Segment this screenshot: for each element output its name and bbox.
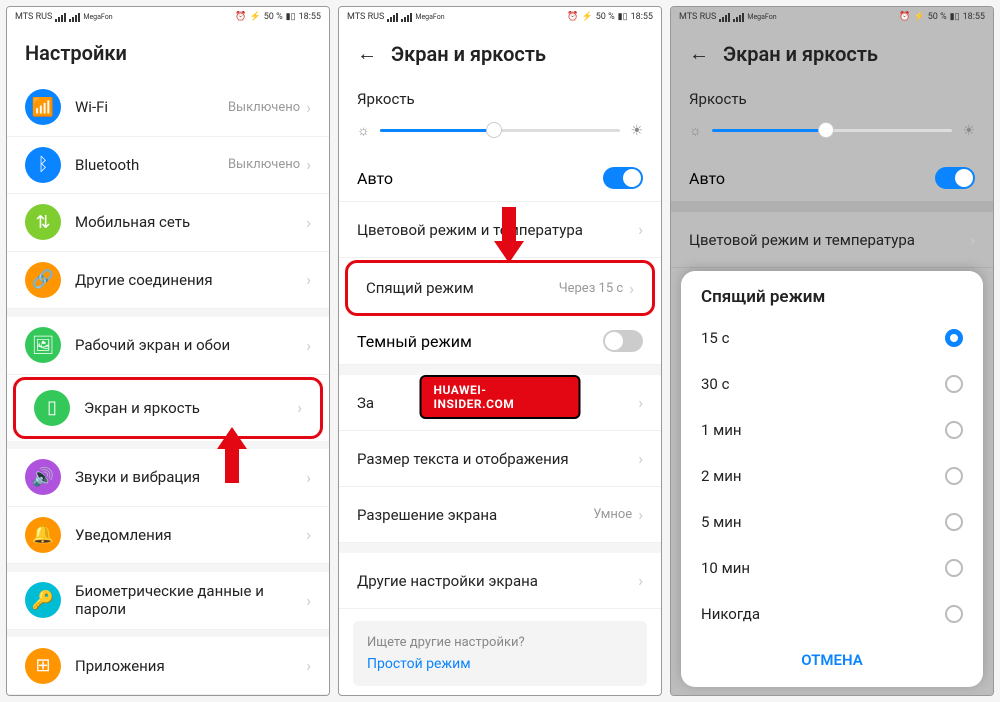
chevron-right-icon: ›: [306, 213, 311, 232]
settings-row-2[interactable]: ⇅Мобильная сеть›: [7, 194, 329, 252]
settings-row-3[interactable]: 🔗Другие соединения›: [7, 252, 329, 310]
sun-high-icon: ☀: [630, 123, 643, 139]
auto-brightness-row[interactable]: Авто: [671, 155, 993, 202]
sleep-option-2[interactable]: 1 мин: [681, 407, 983, 453]
back-button[interactable]: ←: [357, 41, 377, 66]
chevron-right-icon: ›: [306, 98, 311, 117]
sun-low-icon: ☼: [689, 122, 702, 139]
sleep-mode-modal: Спящий режим 15 с30 с1 мин2 мин5 мин10 м…: [681, 271, 983, 687]
settings-row-0[interactable]: 📶Wi-FiВыключено›: [7, 79, 329, 137]
sleep-option-4[interactable]: 5 мин: [681, 499, 983, 545]
brightness-label: Яркость: [339, 80, 661, 114]
settings-row-6[interactable]: 🔊Звуки и вибрация›: [7, 449, 329, 507]
brightness-slider[interactable]: [712, 129, 953, 132]
sleep-mode-modal-screen: MTS RUSMegaFon ⏰⚡50 %▮▯18:55 ← Экран и я…: [670, 6, 994, 696]
settings-list: 📶Wi-FiВыключено›ᛒBluetoothВыключено›⇅Моб…: [7, 79, 329, 695]
auto-label: Авто: [357, 169, 393, 188]
radio-icon: [945, 421, 963, 439]
brightness-slider-row: ☼ ☀: [339, 114, 661, 155]
radio-icon: [945, 329, 963, 347]
chevron-right-icon: ›: [306, 155, 311, 174]
radio-icon: [945, 605, 963, 623]
bluetooth-icon: ᛒ: [25, 147, 61, 183]
simple-mode-link[interactable]: Простой режим: [367, 656, 633, 672]
brightness-label: Яркость: [671, 80, 993, 114]
arrow-annotation: [217, 427, 247, 483]
status-bar: MTS RUSMegaFon ⏰⚡50 %▮▯18:55: [7, 7, 329, 27]
settings-row-7[interactable]: 🔔Уведомления›: [7, 507, 329, 565]
sound-icon: 🔊: [25, 459, 61, 495]
cancel-button[interactable]: ОТМЕНА: [681, 637, 983, 683]
brightness-slider[interactable]: [380, 129, 621, 132]
radio-icon: [945, 559, 963, 577]
wifi-icon: 📶: [25, 89, 61, 125]
settings-screen: MTS RUSMegaFon ⏰⚡50 %▮▯18:55 Настройки 📶…: [6, 6, 330, 696]
brightness-slider-row: ☼ ☀: [671, 114, 993, 155]
header: Настройки: [7, 27, 329, 79]
radio-icon: [945, 375, 963, 393]
auto-brightness-row[interactable]: Авто: [339, 155, 661, 202]
sleep-option-0[interactable]: 15 с: [681, 315, 983, 361]
watermark: HUAWEI-INSIDER.COM: [420, 375, 581, 419]
settings-row-5[interactable]: ▯Экран и яркость›: [13, 377, 323, 440]
dark-mode-toggle[interactable]: [603, 330, 643, 352]
arrow-annotation: [494, 207, 524, 263]
chevron-right-icon: ›: [638, 393, 643, 412]
display-row-1[interactable]: Спящий режимЧерез 15 с›: [345, 260, 655, 316]
radio-icon: [945, 513, 963, 531]
color-mode-row[interactable]: Цветовой режим и температура ›: [671, 212, 993, 268]
chevron-right-icon: ›: [638, 220, 643, 239]
header: ← Экран и яркость: [671, 27, 993, 80]
wallpaper-icon: 🖼: [25, 327, 61, 363]
header: ← Экран и яркость: [339, 27, 661, 80]
chevron-right-icon: ›: [638, 449, 643, 468]
mobile-icon: ⇅: [25, 204, 61, 240]
chevron-right-icon: ›: [638, 571, 643, 590]
display-settings-screen: MTS RUSMegaFon ⏰⚡50 %▮▯18:55 ← Экран и я…: [338, 6, 662, 696]
bell-icon: 🔔: [25, 517, 61, 553]
sleep-option-5[interactable]: 10 мин: [681, 545, 983, 591]
sleep-option-1[interactable]: 30 с: [681, 361, 983, 407]
chevron-right-icon: ›: [297, 398, 302, 417]
status-bar: MTS RUSMegaFon ⏰⚡50 %▮▯18:55: [671, 7, 993, 27]
hint-question: Ищете другие настройки?: [367, 635, 633, 650]
display-row-5[interactable]: Разрешение экранаУмное›: [339, 487, 661, 543]
dark-mode-row[interactable]: Темный режим: [339, 318, 661, 365]
chevron-right-icon: ›: [306, 591, 311, 610]
chevron-right-icon: ›: [306, 525, 311, 544]
settings-row-8[interactable]: 🔑Биометрические данные и пароли›: [7, 572, 329, 630]
display-row-4[interactable]: Размер текста и отображения›: [339, 431, 661, 487]
chevron-right-icon: ›: [306, 336, 311, 355]
link-icon: 🔗: [25, 262, 61, 298]
back-button[interactable]: ←: [689, 41, 709, 66]
auto-toggle[interactable]: [935, 167, 975, 189]
auto-toggle[interactable]: [603, 167, 643, 189]
chevron-right-icon: ›: [629, 279, 634, 298]
settings-row-9[interactable]: ⊞Приложения›: [7, 637, 329, 695]
sleep-option-3[interactable]: 2 мин: [681, 453, 983, 499]
page-title: Экран и яркость: [723, 42, 878, 66]
chevron-right-icon: ›: [306, 468, 311, 487]
auto-label: Авто: [689, 169, 725, 188]
settings-row-4[interactable]: 🖼Рабочий экран и обои›: [7, 317, 329, 375]
sun-low-icon: ☼: [357, 122, 370, 139]
apps-icon: ⊞: [25, 648, 61, 684]
chevron-right-icon: ›: [306, 270, 311, 289]
page-title: Экран и яркость: [391, 42, 546, 66]
page-title: Настройки: [25, 41, 127, 65]
chevron-right-icon: ›: [306, 656, 311, 675]
chevron-right-icon: ›: [970, 230, 975, 249]
chevron-right-icon: ›: [638, 505, 643, 524]
key-icon: 🔑: [25, 582, 61, 618]
sleep-option-6[interactable]: Никогда: [681, 591, 983, 637]
status-bar: MTS RUSMegaFon ⏰⚡50 %▮▯18:55: [339, 7, 661, 27]
sun-high-icon: ☀: [962, 123, 975, 139]
hint-box: Ищете другие настройки? Простой режим: [353, 621, 647, 686]
modal-title: Спящий режим: [681, 287, 983, 315]
settings-row-1[interactable]: ᛒBluetoothВыключено›: [7, 137, 329, 195]
display-icon: ▯: [34, 390, 70, 426]
display-row-6[interactable]: Другие настройки экрана›: [339, 553, 661, 609]
radio-icon: [945, 467, 963, 485]
